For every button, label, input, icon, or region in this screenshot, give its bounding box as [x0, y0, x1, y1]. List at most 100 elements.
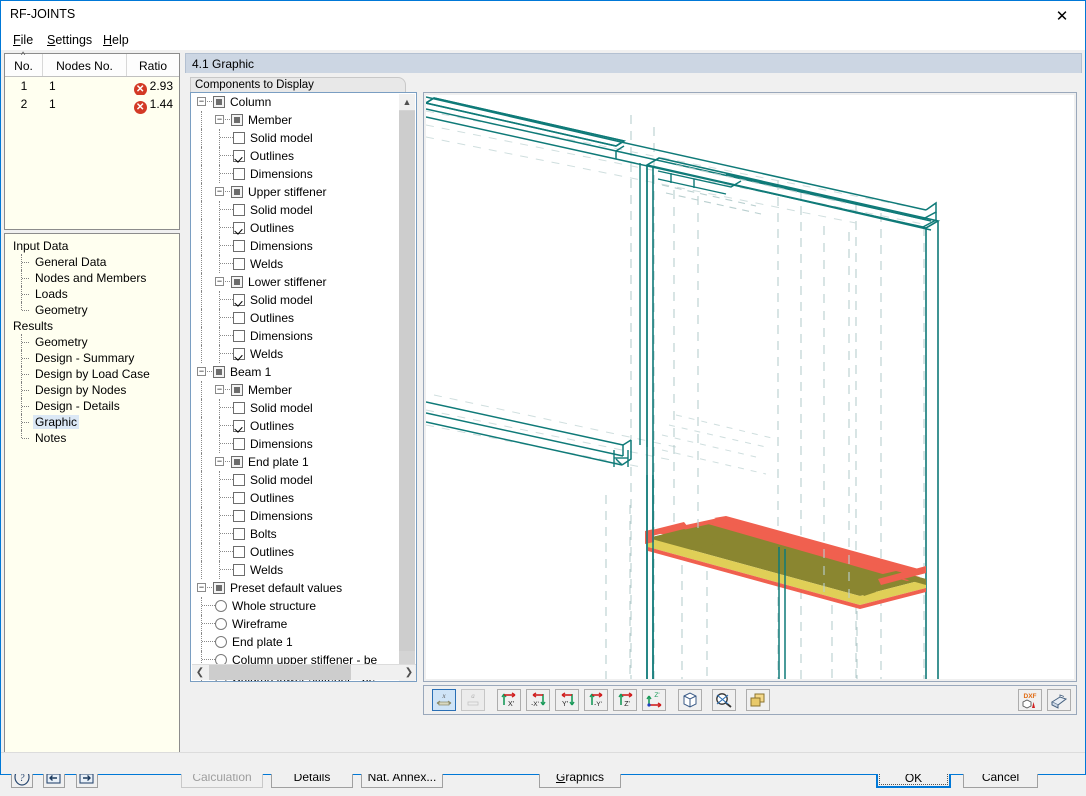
- checkbox-unchecked-icon[interactable]: [233, 132, 245, 144]
- checkbox-checked-icon[interactable]: [233, 294, 245, 306]
- collapse-icon[interactable]: −: [215, 385, 224, 394]
- checkbox-unchecked-icon[interactable]: [233, 528, 245, 540]
- tree-node-beam-1[interactable]: − Beam 1: [191, 363, 400, 381]
- checkbox-unchecked-icon[interactable]: [233, 204, 245, 216]
- components-tree-rows[interactable]: − Column − Member Solid model Outlines Dimensi…: [191, 93, 400, 681]
- tree-node-whole-structure[interactable]: Whole structure: [191, 597, 400, 615]
- tree-node-upper-stiffener[interactable]: − Upper stiffener: [191, 183, 400, 201]
- tree-node-solid-model[interactable]: Solid model: [191, 471, 400, 489]
- checkbox-unchecked-icon[interactable]: [233, 402, 245, 414]
- partial-check-icon[interactable]: [231, 114, 243, 126]
- checkbox-unchecked-icon[interactable]: [233, 330, 245, 342]
- tree-node-wireframe[interactable]: Wireframe: [191, 615, 400, 633]
- isometric-view-button[interactable]: [678, 689, 702, 711]
- radio-unselected-icon[interactable]: [215, 618, 227, 630]
- nav-item-loads[interactable]: Loads: [5, 286, 179, 302]
- collapse-icon[interactable]: −: [197, 97, 206, 106]
- render-mode-button[interactable]: [746, 689, 770, 711]
- tree-node-dimensions[interactable]: Dimensions: [191, 165, 400, 183]
- tree-node-welds[interactable]: Welds: [191, 345, 400, 363]
- tree-node-preset-default-values[interactable]: − Preset default values: [191, 579, 400, 597]
- partial-check-icon[interactable]: [231, 456, 243, 468]
- collapse-icon[interactable]: −: [215, 187, 224, 196]
- tree-node-solid-model[interactable]: Solid model: [191, 291, 400, 309]
- graphic-canvas[interactable]: [426, 95, 1074, 679]
- tree-node-outlines[interactable]: Outlines: [191, 219, 400, 237]
- tree-node-dimensions[interactable]: Dimensions: [191, 435, 400, 453]
- partial-check-icon[interactable]: [213, 96, 225, 108]
- nav-item-design-details[interactable]: Design - Details: [5, 398, 179, 414]
- tree-node-solid-model[interactable]: Solid model: [191, 399, 400, 417]
- view-neg-y-button[interactable]: -Y': [584, 689, 608, 711]
- checkbox-unchecked-icon[interactable]: [233, 546, 245, 558]
- tree-node-outlines[interactable]: Outlines: [191, 309, 400, 327]
- scroll-right-icon[interactable]: ❯: [401, 665, 416, 680]
- nav-item-design-by-nodes[interactable]: Design by Nodes: [5, 382, 179, 398]
- checkbox-checked-icon[interactable]: [233, 150, 245, 162]
- tree-node-lower-stiffener[interactable]: − Lower stiffener: [191, 273, 400, 291]
- collapse-icon[interactable]: −: [197, 367, 206, 376]
- view-y-axis-button[interactable]: Y': [555, 689, 579, 711]
- nav-item-general-data[interactable]: General Data: [5, 254, 179, 270]
- tree-node-solid-model[interactable]: Solid model: [191, 201, 400, 219]
- tree-node-dimensions[interactable]: Dimensions: [191, 507, 400, 525]
- view-x-axis-button[interactable]: X': [497, 689, 521, 711]
- table-row[interactable]: 2 1 ✕ 1.44: [5, 95, 179, 114]
- nav-item-graphic[interactable]: Graphic: [5, 414, 179, 430]
- column-header-ratio[interactable]: Ratio: [127, 54, 179, 76]
- hscroll-thumb[interactable]: [209, 665, 351, 680]
- tree-node-end-plate-1[interactable]: End plate 1: [191, 633, 400, 651]
- scroll-up-icon[interactable]: ▲: [399, 94, 415, 110]
- collapse-icon[interactable]: −: [215, 457, 224, 466]
- radio-unselected-icon[interactable]: [215, 636, 227, 648]
- partial-check-icon[interactable]: [231, 276, 243, 288]
- tree-node-dimensions[interactable]: Dimensions: [191, 327, 400, 345]
- navigator-tree[interactable]: Input Data General Data Nodes and Member…: [4, 233, 180, 763]
- view-neg-x-button[interactable]: -X': [526, 689, 550, 711]
- checkbox-unchecked-icon[interactable]: [233, 240, 245, 252]
- checkbox-unchecked-icon[interactable]: [233, 474, 245, 486]
- components-tree[interactable]: − Column − Member Solid model Outlines Dimensi…: [190, 92, 417, 682]
- view-z-axis-button[interactable]: Z': [613, 689, 637, 711]
- tree-node-outlines[interactable]: Outlines: [191, 543, 400, 561]
- checkbox-unchecked-icon[interactable]: [233, 492, 245, 504]
- partial-check-icon[interactable]: [213, 366, 225, 378]
- tree-node-member[interactable]: − Member: [191, 381, 400, 399]
- tree-node-bolts[interactable]: Bolts: [191, 525, 400, 543]
- table-row[interactable]: 1 1 ✕ 2.93: [5, 77, 179, 96]
- tree-node-end-plate-1[interactable]: − End plate 1: [191, 453, 400, 471]
- tree-node-column[interactable]: − Column: [191, 93, 400, 111]
- checkbox-checked-icon[interactable]: [233, 348, 245, 360]
- checkbox-unchecked-icon[interactable]: [233, 438, 245, 450]
- checkbox-checked-icon[interactable]: [233, 222, 245, 234]
- vscroll-thumb[interactable]: [399, 111, 415, 651]
- print-button[interactable]: [1047, 689, 1071, 711]
- tree-node-dimensions[interactable]: Dimensions: [191, 237, 400, 255]
- tree-node-outlines[interactable]: Outlines: [191, 417, 400, 435]
- partial-check-icon[interactable]: [231, 384, 243, 396]
- nav-item-notes[interactable]: Notes: [5, 430, 179, 446]
- checkbox-unchecked-icon[interactable]: [233, 510, 245, 522]
- nav-item-geometry-results[interactable]: Geometry: [5, 334, 179, 350]
- components-tree-vscrollbar[interactable]: ▲ ▼: [399, 94, 415, 681]
- zoom-reset-button[interactable]: [712, 689, 736, 711]
- checkbox-unchecked-icon[interactable]: [233, 312, 245, 324]
- results-table[interactable]: ^ No. Nodes No. Ratio 1 1 ✕ 2.93 2 1 ✕ 1.4…: [4, 51, 180, 230]
- checkbox-unchecked-icon[interactable]: [233, 564, 245, 576]
- nav-item-geometry-input[interactable]: Geometry: [5, 302, 179, 318]
- checkbox-unchecked-icon[interactable]: [233, 168, 245, 180]
- components-tree-hscrollbar[interactable]: ❮ ❯: [192, 664, 416, 680]
- view-x-button[interactable]: x: [432, 689, 456, 711]
- partial-check-icon[interactable]: [213, 582, 225, 594]
- nav-item-design-summary[interactable]: Design - Summary: [5, 350, 179, 366]
- checkbox-checked-icon[interactable]: [233, 420, 245, 432]
- nav-group-input-data[interactable]: Input Data: [5, 238, 179, 254]
- dxf-export-button[interactable]: DXF: [1018, 689, 1042, 711]
- tree-node-member[interactable]: − Member: [191, 111, 400, 129]
- menu-file[interactable]: File: [7, 31, 39, 49]
- collapse-icon[interactable]: −: [215, 277, 224, 286]
- collapse-icon[interactable]: −: [215, 115, 224, 124]
- column-header-nodes-no[interactable]: Nodes No.: [43, 54, 127, 76]
- menu-settings[interactable]: Settings: [41, 31, 98, 49]
- checkbox-unchecked-icon[interactable]: [233, 258, 245, 270]
